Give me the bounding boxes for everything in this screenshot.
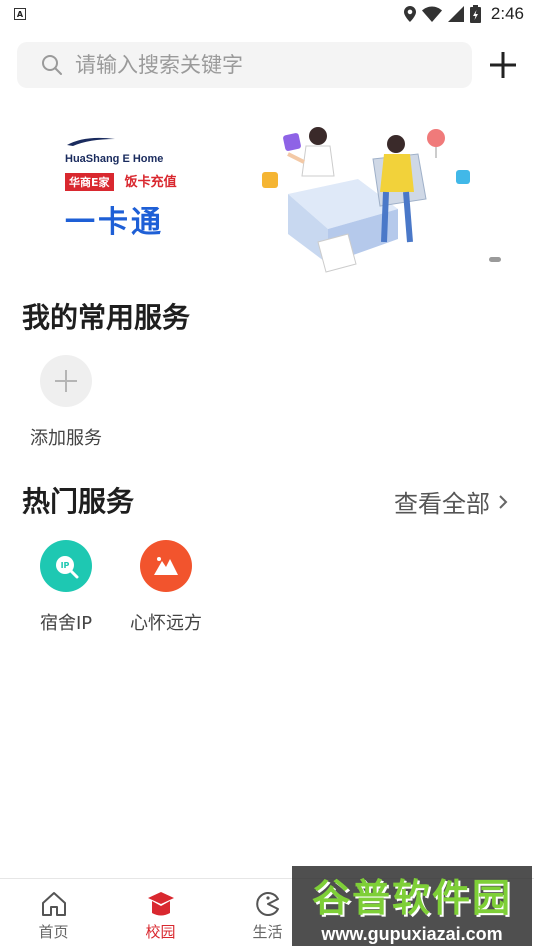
my-services-title: 我的常用服务	[22, 301, 191, 334]
banner-brand: HuaShang E Home	[65, 153, 164, 165]
xinhuai-circle	[140, 540, 192, 592]
add-service-label: 添加服务	[30, 428, 102, 449]
chevron-right-icon	[499, 494, 508, 509]
tab-campus[interactable]: 校园	[107, 879, 214, 950]
location-icon	[403, 6, 416, 22]
tab-home[interactable]: 首页	[0, 879, 107, 950]
promo-banner[interactable]: HuaShang E Home 华商E家 饭卡充值 一卡通	[38, 108, 508, 280]
banner-page-indicator[interactable]	[489, 257, 501, 262]
search-input[interactable]	[75, 53, 455, 77]
service-dorm-ip[interactable]: IP 宿舍IP	[40, 540, 92, 635]
dorm-ip-label: 宿舍IP	[40, 613, 93, 634]
banner-logo: HuaShang E Home 华商E家 饭卡充值 一卡通	[65, 132, 177, 241]
plus-icon	[490, 52, 516, 78]
huashang-logo-icon	[67, 137, 115, 146]
banner-tag-right: 饭卡充值	[124, 175, 177, 190]
search-row	[17, 42, 522, 88]
home-icon	[41, 892, 66, 916]
battery-icon	[469, 5, 481, 23]
signal-icon	[447, 6, 464, 22]
life-icon	[255, 892, 279, 916]
add-button[interactable]	[486, 48, 520, 82]
service-xinhuai-yuanfang[interactable]: 心怀远方	[130, 540, 202, 635]
search-box[interactable]	[17, 42, 472, 88]
add-service-button[interactable]: 添加服务	[30, 355, 102, 450]
plus-icon	[55, 370, 77, 392]
ip-icon: IP	[56, 556, 79, 579]
wifi-icon	[421, 6, 442, 22]
banner-title: 一卡通	[65, 205, 164, 240]
sim-indicator: A	[10, 4, 30, 24]
view-all-label: 查看全部	[394, 490, 490, 518]
status-bar: A 2:46	[0, 0, 534, 28]
watermark: 谷普软件园 www.gupuxiazai.com	[292, 866, 532, 946]
view-all-link[interactable]: 查看全部	[394, 484, 508, 519]
campus-icon	[147, 892, 174, 916]
svg-text:IP: IP	[61, 561, 70, 570]
banner-illustration	[262, 127, 470, 273]
banner-tag-left: 华商E家	[65, 173, 114, 191]
status-icons: 2:46	[403, 4, 524, 24]
clock: 2:46	[490, 4, 524, 23]
tab-life-label: 生活	[252, 923, 283, 941]
add-service-circle	[40, 355, 92, 407]
watermark-url: www.gupuxiazai.com	[321, 924, 503, 944]
tab-campus-label: 校园	[145, 923, 176, 941]
search-icon	[42, 55, 62, 75]
tab-home-label: 首页	[38, 923, 69, 941]
dorm-ip-circle: IP	[40, 540, 93, 592]
sim-icon: A	[14, 8, 26, 20]
hot-services-title: 热门服务	[22, 485, 135, 518]
watermark-title: 谷普软件园	[311, 876, 512, 920]
mountain-icon	[154, 557, 178, 575]
xinhuai-label: 心怀远方	[130, 613, 202, 634]
